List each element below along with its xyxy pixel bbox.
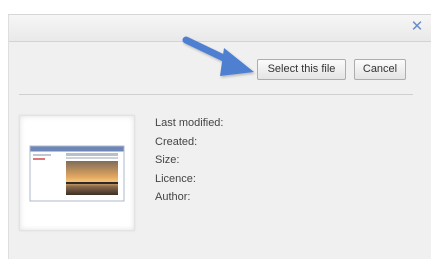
- file-thumbnail: [19, 115, 135, 231]
- cancel-button[interactable]: Cancel: [354, 59, 406, 80]
- divider: [19, 94, 413, 95]
- close-icon[interactable]: ✕: [409, 19, 425, 35]
- thumbnail-preview-image: [29, 145, 125, 202]
- select-this-file-button[interactable]: Select this file: [257, 59, 346, 80]
- size-label: Size:: [155, 154, 180, 166]
- author-label: Author:: [155, 191, 191, 203]
- last-modified-label: Last modified:: [155, 117, 224, 129]
- created-label: Created:: [155, 135, 198, 148]
- file-metadata: Last modified: Created: Size: Licence: A…: [155, 114, 223, 207]
- licence-label: Licence:: [155, 172, 196, 185]
- pointer-arrow-icon: [182, 36, 254, 76]
